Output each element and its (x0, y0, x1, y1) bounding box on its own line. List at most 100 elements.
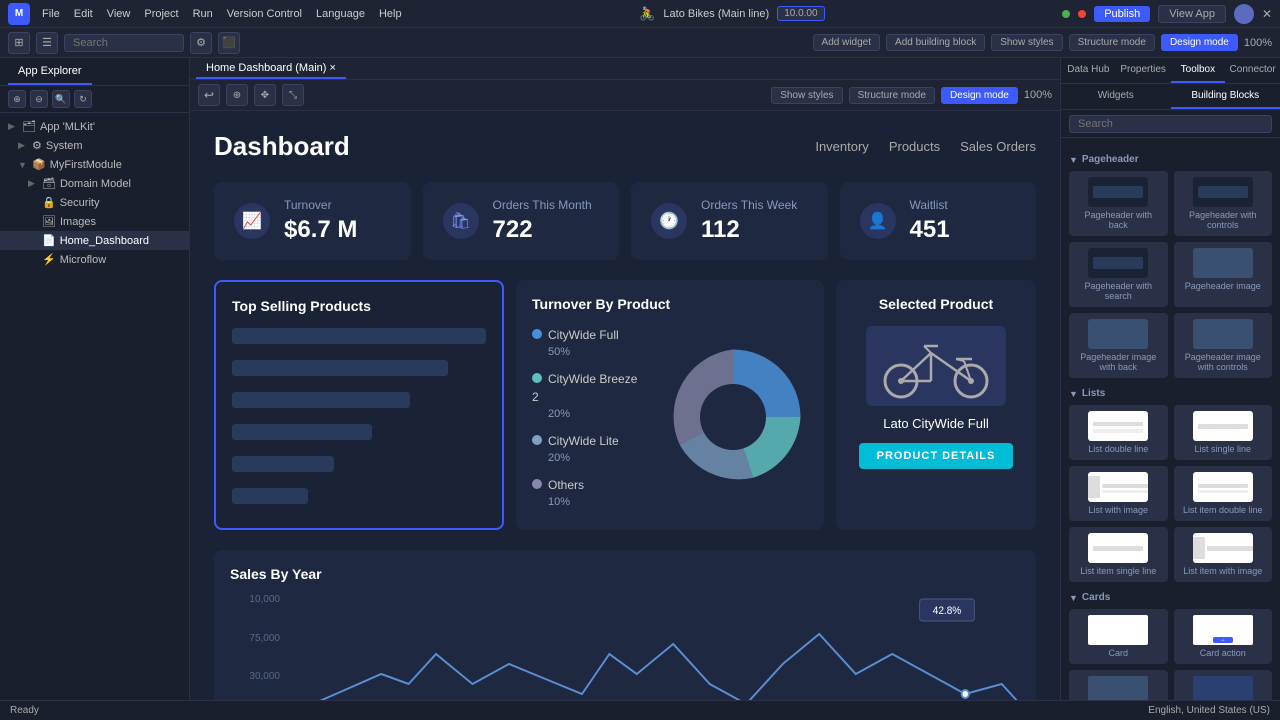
add-building-block-button[interactable]: Add building block (886, 34, 985, 51)
toolbar-search-input[interactable] (64, 34, 184, 52)
component-list-double[interactable]: List double line (1069, 405, 1168, 460)
component-pageheader-search[interactable]: Pageheader with search (1069, 242, 1168, 307)
selected-product-title: Selected Product (879, 296, 993, 312)
show-styles-button[interactable]: Show styles (991, 34, 1062, 51)
move-icon[interactable]: ✥ (254, 84, 276, 106)
menu-run[interactable]: Run (193, 8, 213, 20)
legend-item-0: CityWide Full 50% (532, 326, 638, 358)
component-label: Pageheader image with back (1075, 352, 1162, 372)
orders-week-icon: 🕐 (651, 203, 687, 239)
product-details-button[interactable]: PRODUCT DETAILS (859, 443, 1014, 469)
component-label: List single line (1194, 444, 1251, 454)
structure-mode-button[interactable]: Structure mode (1069, 34, 1155, 51)
component-pageheader-image-back[interactable]: Pageheader image with back (1069, 313, 1168, 378)
turnover-legend: CityWide Full 50% CityWide Breeze 2 20% … (532, 326, 638, 508)
tab-connector[interactable]: Connector (1225, 58, 1280, 83)
line-chart-svg: 42.8% (290, 594, 1020, 700)
user-avatar[interactable] (1234, 4, 1254, 24)
component-thumb (1088, 177, 1148, 207)
sidebar-item-home-dashboard[interactable]: 📄 Home_Dashboard (0, 231, 189, 250)
sidebar-item-security[interactable]: 🔒 Security (0, 193, 189, 212)
legend-name-0: CityWide Full (548, 328, 619, 342)
lists-grid: List double line List single line List w… (1069, 405, 1272, 582)
close-window-icon[interactable]: ✕ (1262, 7, 1272, 21)
menu-edit[interactable]: Edit (74, 8, 93, 20)
component-list-single[interactable]: List single line (1174, 405, 1273, 460)
arrow-icon: ▶ (18, 140, 28, 151)
menu-items: File Edit View Project Run Version Contr… (42, 8, 402, 20)
tab-data-hub[interactable]: Data Hub (1061, 58, 1116, 83)
grid-icon[interactable]: ⊞ (8, 32, 30, 54)
tab-properties[interactable]: Properties (1116, 58, 1171, 83)
component-card-action-image[interactable]: Card action with image (1069, 670, 1168, 700)
search-sidebar-icon[interactable]: 🔍 (52, 90, 70, 108)
sidebar-item-label: Security (60, 197, 100, 209)
menu-project[interactable]: Project (144, 8, 178, 20)
y-label-2: 75,000 (230, 633, 280, 644)
component-list-image[interactable]: List with image (1069, 466, 1168, 521)
nav-sales-orders[interactable]: Sales Orders (960, 139, 1036, 154)
menu-file[interactable]: File (42, 8, 60, 20)
component-pageheader-controls[interactable]: Pageheader with controls (1174, 171, 1273, 236)
menu-version-control[interactable]: Version Control (227, 8, 302, 20)
add-widget-button[interactable]: Add widget (813, 34, 880, 51)
section-pageheader: ▼ Pageheader (1069, 154, 1272, 165)
product-bar-2 (232, 360, 448, 376)
expand-all-icon[interactable]: ⊕ (8, 90, 26, 108)
menu-view[interactable]: View (107, 8, 131, 20)
file-tab-active[interactable]: Home Dashboard (Main) × (196, 58, 346, 79)
component-pageheader-back[interactable]: Pageheader with back (1069, 171, 1168, 236)
resize-icon[interactable]: ⤡ (282, 84, 304, 106)
right-sidebar-tabs: Data Hub Properties Toolbox Connector (1061, 58, 1280, 84)
sidebar-item-microflow[interactable]: ⚡ Microflow (0, 250, 189, 269)
list-view-icon[interactable]: ☰ (36, 32, 58, 54)
component-list-item-image[interactable]: List item with image (1174, 527, 1273, 582)
right-sidebar-search-input[interactable] (1069, 115, 1272, 133)
sync-icon[interactable]: ↻ (74, 90, 92, 108)
tab-app-explorer[interactable]: App Explorer (8, 58, 92, 85)
canvas-area: Home Dashboard (Main) × ↩ ⊕ ✥ ⤡ Show sty… (190, 58, 1060, 700)
component-card-action[interactable]: → Card action (1174, 609, 1273, 664)
sidebar-item-myfirstmodule[interactable]: ▼ 📦 MyFirstModule (0, 155, 189, 174)
structure-mode-canvas-button[interactable]: Structure mode (849, 87, 935, 104)
design-mode-canvas-button[interactable]: Design mode (941, 87, 1018, 104)
waitlist-icon: 👤 (860, 203, 896, 239)
component-pageheader-image[interactable]: Pageheader image (1174, 242, 1273, 307)
component-list-item-double[interactable]: List item double line (1174, 466, 1273, 521)
collapse-all-icon[interactable]: ⊖ (30, 90, 48, 108)
sidebar-item-mlkit[interactable]: ▶ 🗂 App 'MLKit' (0, 117, 189, 136)
publish-button[interactable]: Publish (1094, 6, 1150, 22)
sidebar-item-images[interactable]: 🖼 Images (0, 212, 189, 231)
settings-icon[interactable]: ⚙ (190, 32, 212, 54)
arrow-icon: ▶ (8, 121, 18, 132)
component-card[interactable]: Card (1069, 609, 1168, 664)
status-text-left: Ready (10, 705, 39, 716)
show-styles-canvas-button[interactable]: Show styles (771, 87, 842, 104)
menu-help[interactable]: Help (379, 8, 402, 20)
dashboard-content: Dashboard Inventory Products Sales Order… (190, 111, 1060, 700)
undo-icon[interactable]: ↩ (198, 84, 220, 106)
component-label: Pageheader with controls (1180, 210, 1267, 230)
component-pageheader-image-controls[interactable]: Pageheader image with controls (1174, 313, 1273, 378)
canvas-toolbar-left: ↩ ⊕ ✥ ⤡ (198, 84, 304, 106)
component-list-item-single[interactable]: List item single line (1069, 527, 1168, 582)
nav-inventory[interactable]: Inventory (815, 139, 868, 154)
sub-tab-building-blocks[interactable]: Building Blocks (1171, 84, 1280, 109)
sub-tab-widgets[interactable]: Widgets (1061, 84, 1171, 109)
design-mode-button[interactable]: Design mode (1161, 34, 1238, 51)
view-app-button[interactable]: View App (1158, 5, 1226, 23)
legend-pct-2: 20% (548, 452, 638, 464)
right-sidebar-sub-tabs: Widgets Building Blocks (1061, 84, 1280, 110)
legend-name-2: CityWide Lite (548, 434, 619, 448)
y-label-3: 30,000 (230, 671, 280, 682)
tab-toolbox[interactable]: Toolbox (1171, 58, 1226, 83)
menu-language[interactable]: Language (316, 8, 365, 20)
nav-products[interactable]: Products (889, 139, 940, 154)
select-icon[interactable]: ⊕ (226, 84, 248, 106)
sidebar-item-system[interactable]: ▶ ⚙ System (0, 136, 189, 155)
sidebar-item-domain-model[interactable]: ▶ 🗃 Domain Model (0, 174, 189, 193)
filter-icon[interactable]: ⬛ (218, 32, 240, 54)
pie-chart (658, 342, 808, 492)
legend-pct-3: 10% (548, 496, 638, 508)
component-card-background[interactable]: Card background (1174, 670, 1273, 700)
